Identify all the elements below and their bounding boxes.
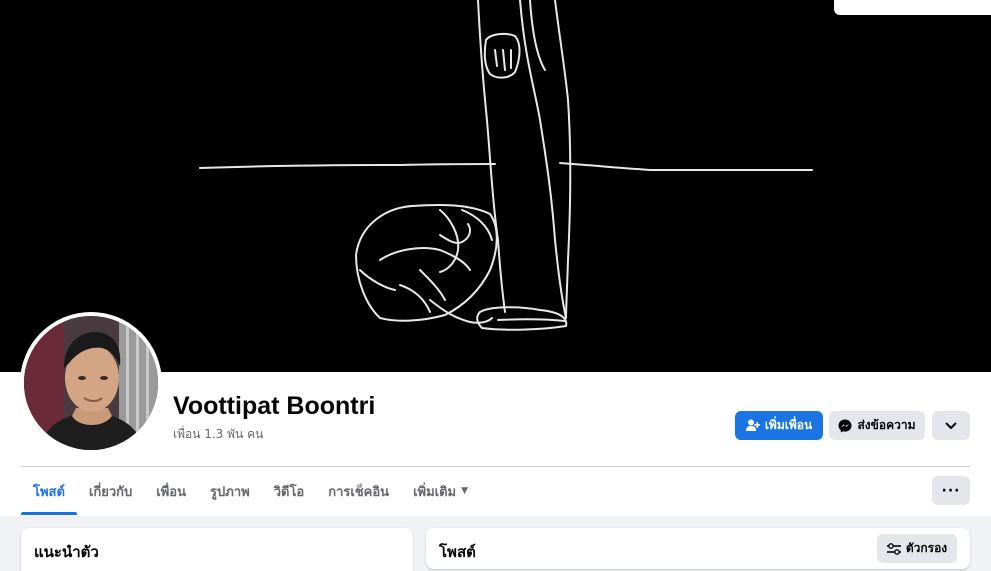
tab-checkins[interactable]: การเช็คอิน	[316, 467, 401, 515]
intro-card: แนะนำตัว	[21, 528, 413, 571]
tab-label: เพิ่มเติม	[413, 484, 457, 500]
avatar-photo	[24, 316, 158, 450]
tabs-more-options-button[interactable]: ···	[932, 476, 970, 505]
intro-title: แนะนำตัว	[34, 543, 99, 561]
tab-label: การเช็คอิน	[328, 484, 390, 500]
posts-title: โพสต์	[439, 543, 476, 561]
tab-label: เพื่อน	[156, 484, 187, 500]
ellipsis-icon: ···	[941, 482, 961, 499]
add-friend-label: เพิ่มเพื่อน	[764, 418, 813, 432]
add-friend-button[interactable]: เพิ่มเพื่อน	[735, 411, 823, 440]
friends-count[interactable]: เพื่อน 1.3 พัน คน	[173, 425, 263, 444]
tab-label: โพสต์	[33, 484, 65, 500]
profile-more-button[interactable]	[932, 411, 970, 440]
top-popup-panel	[834, 0, 991, 15]
message-label: ส่งข้อความ	[857, 418, 916, 432]
tab-photos[interactable]: รูปภาพ	[198, 467, 262, 515]
filter-sliders-icon	[886, 542, 901, 555]
avatar[interactable]	[24, 316, 158, 450]
filter-button[interactable]: ตัวกรอง	[877, 534, 957, 563]
cover-photo[interactable]	[0, 0, 991, 372]
profile-name: Voottipat Boontri	[173, 392, 376, 420]
profile-page: Voottipat Boontri เพื่อน 1.3 พัน คน เพิ่…	[0, 0, 991, 571]
cover-line-drawing	[199, 0, 813, 331]
tab-videos[interactable]: วิดีโอ	[262, 467, 317, 515]
add-friend-icon	[745, 419, 760, 432]
message-button[interactable]: ส่งข้อความ	[829, 411, 925, 440]
tab-label: เกี่ยวกับ	[88, 484, 133, 500]
tab-label: วิดีโอ	[273, 484, 305, 500]
tab-about[interactable]: เกี่ยวกับ	[77, 467, 144, 515]
chevron-down-icon	[945, 419, 957, 433]
tab-label: รูปภาพ	[210, 484, 250, 500]
tab-posts[interactable]: โพสต์	[21, 467, 77, 515]
messenger-icon	[838, 419, 852, 433]
caret-down-icon: ▼	[461, 486, 469, 496]
profile-tabs: โพสต์ เกี่ยวกับ เพื่อน รูปภาพ วิดีโอ การ…	[21, 467, 480, 515]
tab-friends[interactable]: เพื่อน	[144, 467, 198, 515]
filter-label: ตัวกรอง	[905, 541, 948, 555]
tab-more[interactable]: เพิ่มเติม ▼	[401, 467, 480, 515]
